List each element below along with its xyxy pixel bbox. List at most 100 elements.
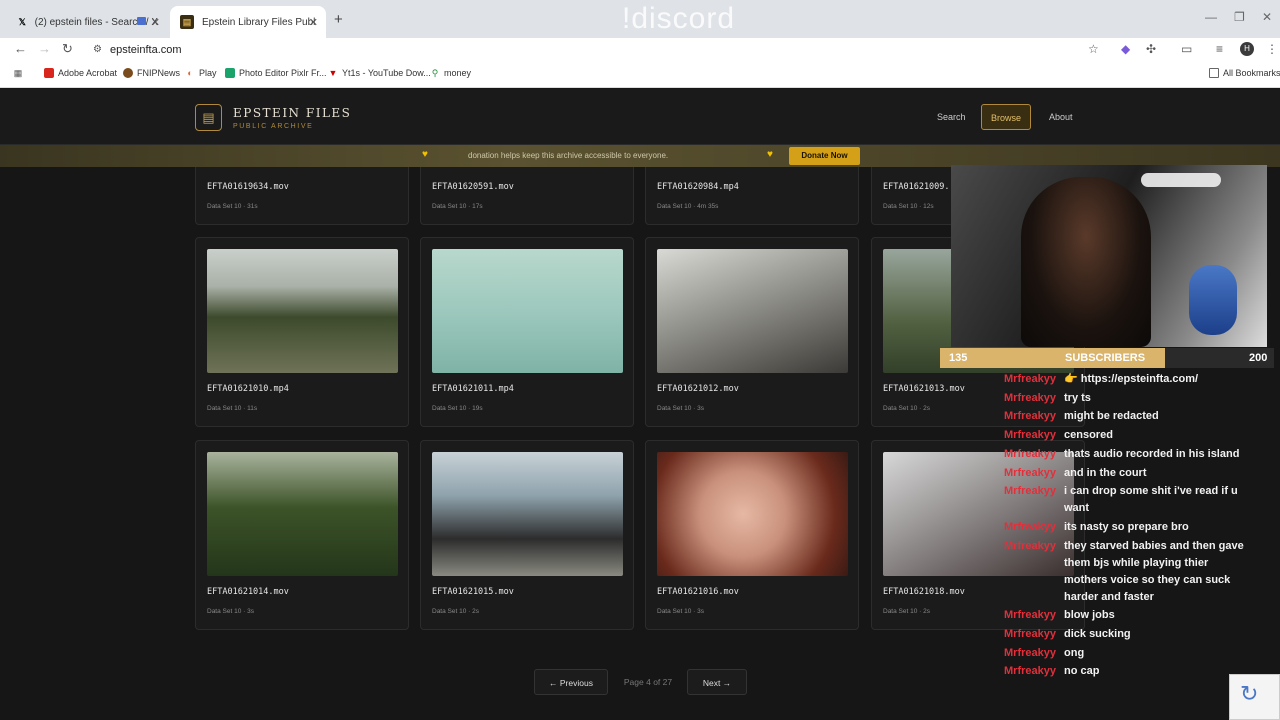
bookmark-label: Play — [199, 68, 217, 78]
chat-message: Mrfreakyy no cap — [1004, 663, 1254, 680]
yt1s-icon: ▼ — [328, 68, 338, 78]
recaptcha-badge[interactable]: ↻ — [1229, 674, 1280, 720]
book-icon: ▤ — [180, 15, 194, 29]
bookmarks-bar: ▦ Adobe Acrobat FNIPNews ◐ Play Photo Edi… — [0, 62, 1280, 88]
window-close-icon[interactable]: ✕ — [1262, 10, 1272, 24]
video-thumbnail[interactable] — [207, 452, 398, 576]
bookmark-yt1s[interactable]: ▼ Yt1s - YouTube Dow... — [328, 68, 431, 78]
video-thumbnail[interactable] — [432, 249, 623, 373]
x-logo-icon: 𝕏 — [18, 16, 26, 27]
bookmark-play[interactable]: ◐ Play — [185, 68, 217, 78]
bookmark-label: Photo Editor Pixlr Fr... — [239, 68, 327, 78]
chat-username: Mrfreakyy — [1004, 391, 1056, 404]
chat-message: Mrfreakyy try ts — [1004, 390, 1254, 407]
tab-epstein-library[interactable]: ▤ Epstein Library Files Public Arch ✕ — [170, 6, 326, 38]
chat-text: might be redacted — [1064, 410, 1159, 423]
chat-username: Mrfreakyy — [1004, 466, 1056, 479]
puzzle-icon[interactable]: ✣ — [1146, 42, 1156, 56]
video-thumbnail[interactable] — [207, 249, 398, 373]
avatar[interactable]: H — [1240, 42, 1254, 56]
new-tab-button[interactable]: + — [334, 11, 343, 28]
chat-username: Mrfreakyy — [1004, 447, 1056, 460]
chat-text: dick sucking — [1064, 628, 1131, 640]
file-card[interactable]: EFTA01621011.mp4 Data Set 10 · 19s — [420, 237, 634, 427]
file-card[interactable]: EFTA01621010.mp4 Data Set 10 · 11s — [195, 237, 409, 427]
file-card[interactable]: EFTA01621012.mov Data Set 10 · 3s — [645, 237, 859, 427]
webcam-person — [1021, 177, 1151, 347]
archive-logo-icon[interactable]: ▤ — [195, 104, 222, 131]
ceiling-fan-icon — [1141, 173, 1221, 187]
reading-list-icon[interactable]: ≡ — [1216, 42, 1223, 56]
subscriber-goal-bar: 135 SUBSCRIBERS 200 — [940, 348, 1274, 368]
bookmark-label: money — [444, 68, 472, 78]
reload-icon[interactable]: ↻ — [62, 41, 73, 57]
file-card[interactable]: EFTA01621015.mov Data Set 10 · 2s — [420, 440, 634, 630]
chat-text: no cap — [1064, 665, 1100, 678]
bookmark-fnipnews[interactable]: FNIPNews — [123, 68, 180, 78]
chat-username: Mrfreakyy — [1004, 429, 1056, 442]
nav-browse[interactable]: Browse — [981, 104, 1032, 130]
close-icon[interactable]: ✕ — [309, 16, 318, 29]
all-bookmarks[interactable]: All Bookmarks — [1209, 68, 1280, 78]
bookmark-pixlr[interactable]: Photo Editor Pixlr Fr... — [225, 68, 327, 78]
previous-button[interactable]: ← Previous — [534, 669, 608, 695]
chat-message: Mrfreakyy dick sucking — [1004, 626, 1254, 643]
next-button[interactable]: Next → — [687, 669, 747, 695]
minimize-icon[interactable]: — — [1205, 10, 1217, 24]
chat-text: and in the court — [1064, 466, 1147, 479]
bookmark-money[interactable]: ⚲ money — [430, 68, 471, 78]
back-icon[interactable]: ← — [14, 41, 27, 56]
bookmark-label: Adobe Acrobat — [58, 68, 118, 78]
chat-message: Mrfreakyy thats audio recorded in his isl… — [1004, 446, 1254, 463]
money-icon: ⚲ — [431, 68, 439, 78]
site-info-icon[interactable]: ⚙ — [93, 39, 102, 61]
chat-message: Mrfreakyy its nasty so prepare bro — [1004, 519, 1254, 536]
file-meta: Data Set 10 · 3s — [657, 608, 704, 615]
subscriber-count: 135 — [949, 352, 968, 364]
file-meta: Data Set 10 · 2s — [432, 608, 479, 615]
video-thumbnail[interactable] — [657, 452, 848, 576]
file-name: EFTA01621016.mov — [657, 587, 739, 597]
extension-icon[interactable]: ◆ — [1121, 42, 1130, 56]
video-thumbnail[interactable] — [432, 452, 623, 576]
star-icon[interactable]: ☆ — [1088, 42, 1099, 56]
menu-icon[interactable]: ⋮ — [1266, 42, 1278, 56]
chat-text: i can drop some shit i've read if u want — [1064, 485, 1238, 515]
file-name: EFTA01619634.mov — [207, 182, 289, 192]
browser-tab-strip: 𝕏 (2) epstein files - Search / X ✕ ▤ Eps… — [0, 0, 1280, 38]
apps-grid-icon[interactable]: ▦ — [13, 68, 27, 78]
chat-message: Mrfreakyy blow jobs — [1004, 607, 1254, 624]
file-name: EFTA01620984.mp4 — [657, 182, 739, 192]
chat-username: Mrfreakyy — [1004, 628, 1056, 640]
close-icon[interactable]: ✕ — [151, 16, 160, 29]
chat-message: Mrfreakyy 👉 https://epsteinfta.com/ — [1004, 371, 1254, 388]
video-thumbnail[interactable] — [657, 249, 848, 373]
bookmark-adobe-acrobat[interactable]: Adobe Acrobat — [44, 68, 117, 78]
file-meta: Data Set 10 · 31s — [207, 203, 258, 210]
file-card[interactable]: EFTA01621014.mov Data Set 10 · 3s — [195, 440, 409, 630]
banner-text: donation helps keep this archive accessi… — [468, 151, 669, 160]
maximize-icon[interactable]: ❐ — [1234, 10, 1245, 24]
chat-username: Mrfreakyy — [1004, 665, 1056, 678]
nav-about[interactable]: About — [1040, 104, 1082, 130]
file-name: EFTA01621014.mov — [207, 587, 289, 597]
file-meta: Data Set 10 · 2s — [883, 405, 930, 412]
forward-icon[interactable]: → — [38, 41, 51, 56]
chat-text: blow jobs — [1064, 609, 1115, 622]
play-icon: ◐ — [187, 68, 193, 78]
bookmark-label: FNIPNews — [137, 68, 181, 78]
donate-button[interactable]: Donate Now — [789, 147, 860, 165]
tab-x-search[interactable]: 𝕏 (2) epstein files - Search / X ✕ — [8, 6, 168, 38]
chat-username: Mrfreakyy — [1004, 646, 1056, 659]
chat-message: Mrfreakyy ong — [1004, 645, 1254, 662]
nav-search[interactable]: Search — [928, 104, 975, 130]
address-bar[interactable]: ⚙ epsteinfta.com — [86, 39, 1110, 61]
pixlr-icon — [225, 68, 235, 78]
cast-icon[interactable]: ▭ — [1181, 42, 1192, 56]
acrobat-icon — [44, 68, 54, 78]
file-card[interactable]: EFTA01621016.mov Data Set 10 · 3s — [645, 440, 859, 630]
chat-text: try ts — [1064, 391, 1091, 404]
tab-media-icon — [137, 17, 146, 25]
chat-message: Mrfreakyy censored — [1004, 427, 1254, 444]
chat-text: censored — [1064, 429, 1113, 442]
